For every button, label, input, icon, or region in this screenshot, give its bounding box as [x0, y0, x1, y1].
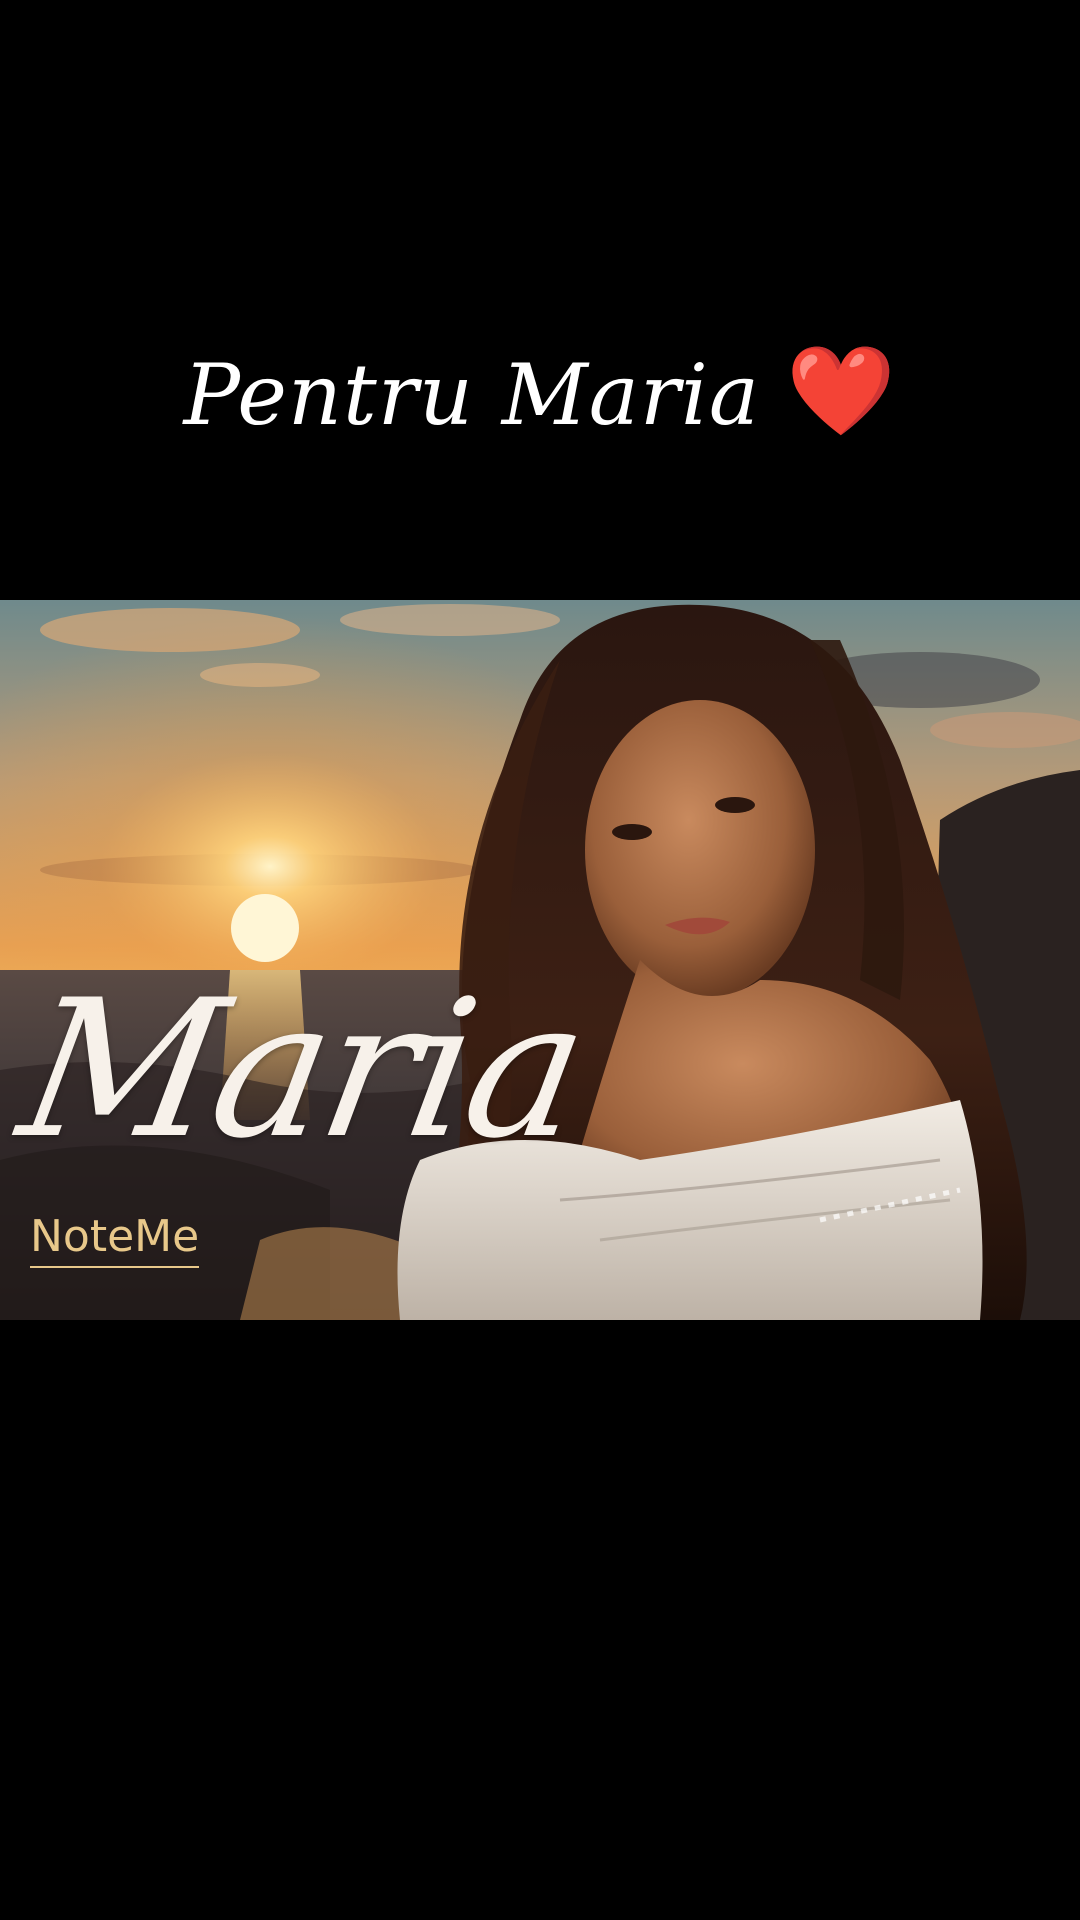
caption-text: Pentru Maria ❤️ — [0, 339, 1080, 450]
photo-card[interactable]: Maria NoteMe — [0, 600, 1080, 1320]
caption-label: Pentru Maria — [183, 346, 760, 444]
story-screen: Pentru Maria ❤️ Maria NoteMe — [0, 0, 1080, 1920]
name-overlay-text: Maria — [6, 959, 599, 1180]
red-heart-icon: ❤️ — [785, 339, 897, 442]
noteme-logo: NoteMe — [30, 1212, 200, 1268]
